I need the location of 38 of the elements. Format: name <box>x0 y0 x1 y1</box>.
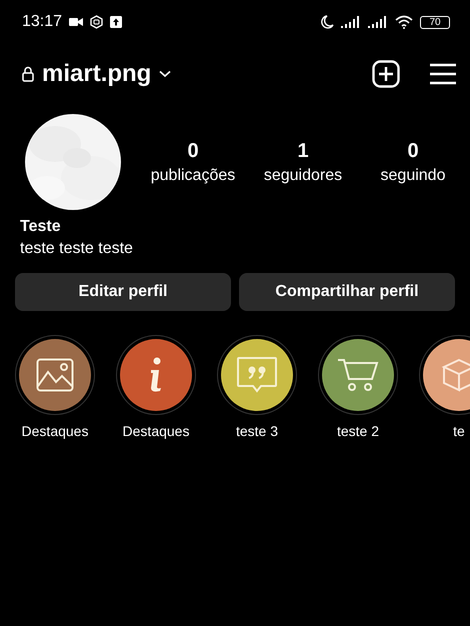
highlight-label: Destaques <box>122 423 190 439</box>
video-camera-icon <box>69 17 84 27</box>
highlight-cover[interactable] <box>318 335 398 415</box>
highlight-label: Destaques <box>22 423 88 439</box>
profile-name: Teste <box>20 218 61 236</box>
highlight-cover[interactable] <box>15 335 95 415</box>
stat-label: seguindo <box>380 166 446 184</box>
highlight-label: teste 3 <box>236 423 278 439</box>
add-icon[interactable] <box>372 60 400 88</box>
box-icon <box>441 357 470 393</box>
stat-label: seguidores <box>264 166 342 184</box>
info-icon <box>148 357 164 393</box>
menu-icon[interactable] <box>430 63 456 85</box>
username[interactable]: miart.png <box>42 60 152 88</box>
hexagon-icon <box>90 15 104 29</box>
cart-icon <box>337 357 379 393</box>
wifi-icon <box>395 15 413 29</box>
status-time: 13:17 <box>22 13 62 31</box>
stat-count: 0 <box>187 140 199 162</box>
stat-count: 0 <box>407 140 419 162</box>
image-icon <box>36 358 74 392</box>
profile-bio: teste teste teste <box>20 240 133 258</box>
highlight-cover[interactable] <box>116 335 196 415</box>
lock-icon <box>22 66 34 82</box>
battery-indicator: 70 <box>420 16 450 28</box>
edit-profile-button[interactable]: Editar perfil <box>15 273 231 311</box>
speech-bubble-icon <box>236 356 278 394</box>
signal-icon <box>341 16 361 28</box>
upload-icon <box>110 16 122 28</box>
highlight-label: teste 2 <box>336 423 380 439</box>
highlight-label: te <box>453 423 465 439</box>
highlight-cover[interactable] <box>217 335 297 415</box>
signal-icon <box>368 16 388 28</box>
chevron-down-icon[interactable] <box>159 70 172 78</box>
share-profile-button[interactable]: Compartilhar perfil <box>239 273 455 311</box>
stat-count: 1 <box>297 140 309 162</box>
moon-icon <box>321 15 334 29</box>
stat-label: publicações <box>150 166 236 184</box>
